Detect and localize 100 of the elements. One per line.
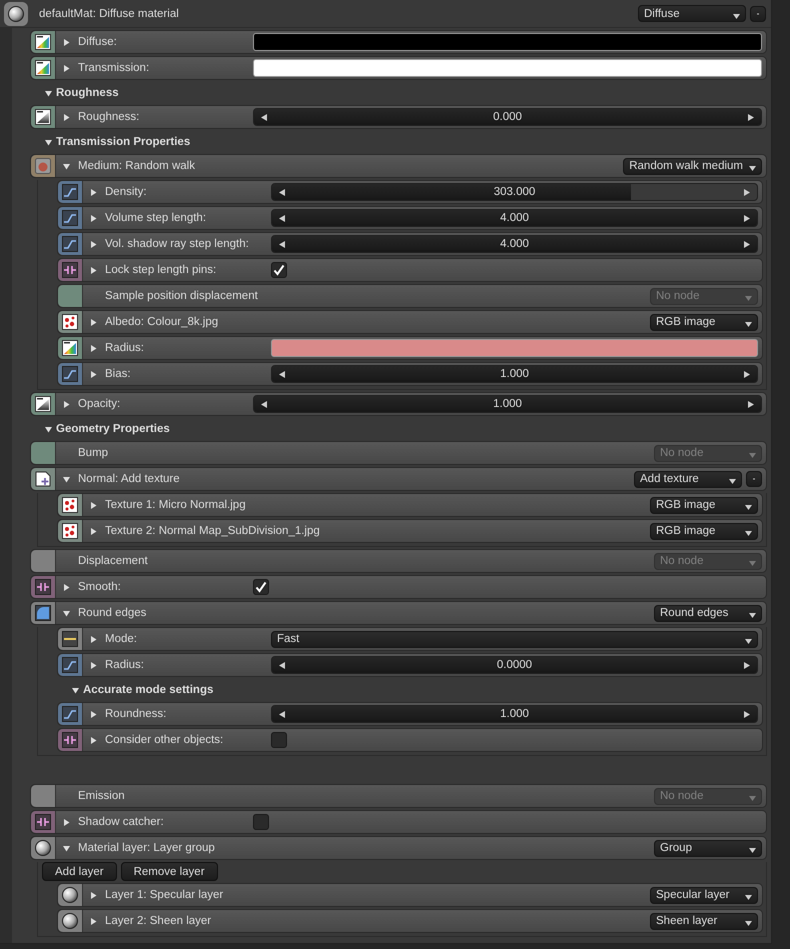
expand-arrow-icon[interactable] bbox=[90, 918, 97, 924]
collapse-arrow-icon[interactable] bbox=[45, 138, 52, 146]
collapse-arrow-icon[interactable] bbox=[63, 844, 70, 852]
dropdown[interactable]: Round edges bbox=[654, 604, 762, 622]
value-slider[interactable]: 1.000 bbox=[271, 365, 758, 383]
decrement-icon bbox=[261, 114, 267, 120]
value-slider[interactable]: 0.000 bbox=[253, 108, 762, 126]
caret-icon bbox=[745, 531, 752, 536]
gradient-icon[interactable] bbox=[58, 337, 83, 359]
dropdown[interactable]: Add texture bbox=[634, 470, 742, 488]
increment-icon bbox=[744, 662, 750, 668]
curve-icon[interactable] bbox=[58, 703, 83, 725]
dropdown[interactable]: Group bbox=[654, 840, 762, 856]
page-plus-icon[interactable] bbox=[31, 468, 56, 490]
section-title: Roughness bbox=[56, 87, 119, 99]
checkbox[interactable] bbox=[253, 814, 269, 830]
gradient-icon[interactable] bbox=[31, 57, 56, 79]
collapse-arrow-icon[interactable] bbox=[63, 162, 70, 170]
caret-icon bbox=[745, 921, 752, 926]
greyscale-icon[interactable] bbox=[31, 106, 56, 128]
expand-arrow-icon[interactable] bbox=[90, 188, 97, 196]
collapse-arrow-icon[interactable] bbox=[72, 686, 79, 694]
toggle-icon[interactable] bbox=[31, 576, 56, 598]
dropdown[interactable]: RGB image bbox=[650, 314, 758, 330]
bar-icon[interactable] bbox=[58, 628, 83, 650]
visibility-button[interactable] bbox=[746, 471, 762, 487]
curve-icon[interactable] bbox=[58, 363, 83, 385]
gradient-icon[interactable] bbox=[31, 31, 56, 53]
color-swatch[interactable] bbox=[253, 33, 762, 51]
pin-label: Layer 1: Specular layer bbox=[105, 889, 224, 901]
layer-button[interactable]: Add layer bbox=[42, 862, 117, 881]
expand-arrow-icon[interactable] bbox=[90, 318, 97, 326]
expand-arrow-icon[interactable] bbox=[90, 710, 97, 718]
expand-arrow-icon[interactable] bbox=[90, 266, 97, 274]
expand-arrow-icon[interactable] bbox=[63, 64, 70, 72]
curve-icon[interactable] bbox=[58, 233, 83, 255]
greyscale-icon[interactable] bbox=[31, 393, 56, 415]
expand-arrow-icon[interactable] bbox=[63, 400, 70, 408]
dropdown[interactable]: Fast bbox=[271, 630, 758, 648]
slider-value: 303.000 bbox=[494, 186, 536, 198]
expand-arrow-icon[interactable] bbox=[90, 370, 97, 378]
expand-arrow-icon[interactable] bbox=[63, 818, 70, 826]
expand-arrow-icon[interactable] bbox=[63, 584, 70, 590]
color-swatch[interactable] bbox=[271, 339, 758, 357]
collapse-arrow-icon[interactable] bbox=[45, 426, 52, 432]
checkbox[interactable] bbox=[253, 579, 269, 595]
expand-arrow-icon[interactable] bbox=[90, 344, 97, 352]
dropdown[interactable]: RGB image bbox=[650, 496, 758, 514]
collapse-arrow-icon[interactable] bbox=[63, 610, 70, 616]
expand-arrow-icon[interactable] bbox=[63, 38, 70, 46]
checkbox[interactable] bbox=[271, 262, 287, 278]
collapse-arrow-icon[interactable] bbox=[45, 90, 52, 96]
dots-icon[interactable] bbox=[58, 494, 83, 516]
pin-label: Roundness: bbox=[105, 708, 166, 720]
pin-label: Displacement bbox=[78, 555, 148, 567]
expand-arrow-icon[interactable] bbox=[90, 736, 97, 744]
value-slider[interactable]: 1.000 bbox=[271, 705, 758, 723]
slider-value: 0.000 bbox=[493, 111, 522, 123]
slider-value: 0.0000 bbox=[496, 659, 532, 671]
pin-label: Normal: Add texture bbox=[78, 473, 180, 485]
pin-label: Density: bbox=[105, 186, 147, 198]
dropdown[interactable]: Specular layer bbox=[650, 886, 758, 904]
expand-arrow-icon[interactable] bbox=[90, 636, 97, 642]
dropdown[interactable]: RGB image bbox=[650, 522, 758, 540]
color-swatch[interactable] bbox=[253, 59, 762, 77]
checkbox[interactable] bbox=[271, 732, 287, 748]
dots-icon[interactable] bbox=[58, 311, 83, 333]
toggle-icon[interactable] bbox=[31, 811, 56, 833]
value-slider[interactable]: 4.000 bbox=[271, 209, 758, 227]
layer-button[interactable]: Remove layer bbox=[120, 862, 218, 881]
collapse-arrow-icon[interactable] bbox=[63, 476, 70, 482]
value-slider[interactable]: 4.000 bbox=[271, 235, 758, 253]
dots-icon[interactable] bbox=[58, 520, 83, 542]
caret-icon bbox=[749, 453, 756, 458]
expand-arrow-icon[interactable] bbox=[90, 662, 97, 668]
pin-label: Round edges bbox=[78, 607, 146, 619]
dropdown[interactable]: Random walk medium bbox=[623, 158, 762, 174]
blob-icon[interactable] bbox=[31, 155, 56, 177]
curve-icon[interactable] bbox=[58, 654, 83, 676]
dropdown[interactable]: Sheen layer bbox=[650, 912, 758, 930]
value-slider[interactable]: 0.0000 bbox=[271, 656, 758, 674]
curve-icon[interactable] bbox=[58, 207, 83, 229]
pin-label: Bump bbox=[78, 447, 108, 459]
dropdown[interactable]: Diffuse bbox=[638, 5, 746, 22]
pin-label: Mode: bbox=[105, 633, 137, 645]
expand-arrow-icon[interactable] bbox=[90, 240, 97, 248]
toggle-icon[interactable] bbox=[58, 259, 83, 281]
pin-label: Shadow catcher: bbox=[78, 816, 164, 828]
value-slider[interactable]: 1.000 bbox=[253, 395, 762, 413]
expand-arrow-icon[interactable] bbox=[90, 892, 97, 898]
pin-label: Vol. shadow ray step length: bbox=[105, 238, 249, 250]
expand-arrow-icon[interactable] bbox=[90, 502, 97, 508]
decrement-icon bbox=[279, 662, 285, 668]
value-slider[interactable]: 303.000 bbox=[271, 183, 758, 201]
curve-icon[interactable] bbox=[58, 181, 83, 203]
expand-arrow-icon[interactable] bbox=[63, 114, 70, 120]
toggle-icon[interactable] bbox=[58, 729, 83, 751]
expand-arrow-icon[interactable] bbox=[90, 528, 97, 534]
increment-icon bbox=[744, 240, 750, 248]
expand-arrow-icon[interactable] bbox=[90, 214, 97, 222]
